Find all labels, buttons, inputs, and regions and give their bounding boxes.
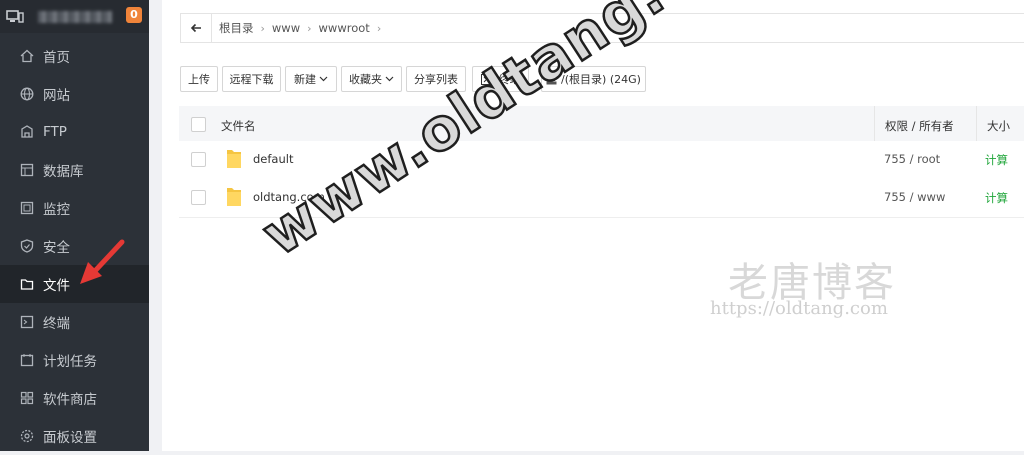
- sidebar-item-label: 首页: [43, 50, 70, 66]
- folder-icon: [20, 279, 34, 290]
- breadcrumb-www[interactable]: www: [272, 21, 300, 35]
- clock-icon: [20, 354, 34, 367]
- sidebar-item-terminal[interactable]: 终端: [0, 303, 149, 341]
- sidebar-item-label: 软件商店: [43, 392, 97, 408]
- sidebar-item-home[interactable]: 首页: [0, 37, 149, 75]
- globe-icon: [20, 87, 34, 101]
- column-header-permission[interactable]: 权限 / 所有者: [885, 118, 954, 134]
- watermark-url: https://oldtang.com: [710, 298, 888, 319]
- sidebar-item-website[interactable]: 网站: [0, 75, 149, 113]
- terminal-icon: [20, 315, 34, 329]
- file-table-header: 文件名 权限 / 所有者 大小: [179, 106, 1024, 142]
- breadcrumb-separator-icon: ›: [376, 21, 382, 35]
- row-checkbox[interactable]: [191, 190, 206, 205]
- breadcrumb-root[interactable]: 根目录: [219, 20, 254, 36]
- column-divider: [874, 106, 875, 142]
- sidebar-item-label: 文件: [43, 278, 70, 294]
- chevron-down-icon: [319, 76, 328, 82]
- arrow-left-icon: [190, 23, 201, 33]
- column-header-size[interactable]: 大小: [987, 118, 1010, 134]
- monitor-icon: [20, 201, 34, 215]
- row-checkbox[interactable]: [191, 152, 206, 167]
- remote-download-button[interactable]: 远程下载: [222, 66, 281, 92]
- sidebar-item-label: FTP: [43, 124, 67, 140]
- file-permission[interactable]: 755 / www: [884, 190, 945, 204]
- table-row[interactable]: default 755 / root 计算: [179, 141, 1024, 180]
- breadcrumb-wwwroot[interactable]: wwwroot: [319, 21, 370, 35]
- database-icon: [20, 163, 34, 177]
- sidebar-item-label: 数据库: [43, 164, 84, 180]
- home-icon: [20, 49, 34, 63]
- new-dropdown-button[interactable]: 新建: [285, 66, 337, 92]
- sidebar-item-cron[interactable]: 计划任务: [0, 341, 149, 379]
- server-monitor-icon: [6, 9, 24, 23]
- sidebar-item-app-store[interactable]: 软件商店: [0, 379, 149, 417]
- column-header-filename[interactable]: 文件名: [221, 118, 256, 134]
- sidebar-item-label: 面板设置: [43, 430, 97, 446]
- settings-icon: [20, 429, 34, 443]
- sidebar-item-database[interactable]: 数据库: [0, 151, 149, 189]
- select-all-checkbox[interactable]: [191, 117, 206, 132]
- calculate-size-link[interactable]: 计算: [985, 190, 1008, 206]
- sidebar-item-label: 网站: [43, 88, 70, 104]
- back-button[interactable]: [181, 14, 212, 42]
- sidebar-item-label: 监控: [43, 202, 70, 218]
- sidebar-header: 0: [0, 0, 149, 33]
- calculate-size-link[interactable]: 计算: [985, 152, 1008, 168]
- server-name-blurred: [38, 10, 112, 23]
- folder-icon: [227, 150, 241, 168]
- apps-icon: [20, 391, 34, 405]
- chevron-down-icon: [385, 76, 394, 82]
- file-permission[interactable]: 755 / root: [884, 152, 940, 166]
- sidebar-item-label: 终端: [43, 316, 70, 332]
- file-name[interactable]: default: [253, 152, 293, 166]
- sidebar-item-monitor[interactable]: 监控: [0, 189, 149, 227]
- favorites-label: 收藏夹: [349, 73, 382, 86]
- sidebar-item-ftp[interactable]: FTP: [0, 113, 149, 151]
- upload-button[interactable]: 上传: [180, 66, 218, 92]
- shield-icon: [20, 239, 34, 253]
- sidebar-item-label: 安全: [43, 240, 70, 256]
- red-arrow-annotation-icon: [80, 239, 125, 284]
- new-label: 新建: [294, 73, 316, 86]
- notification-badge[interactable]: 0: [126, 7, 142, 23]
- breadcrumb-separator-icon: ›: [307, 21, 312, 35]
- ftp-icon: [21, 125, 33, 138]
- favorites-dropdown-button[interactable]: 收藏夹: [341, 66, 402, 92]
- column-divider: [976, 106, 977, 142]
- sidebar: 0 首页 网站 FTP 数据库 监控 安全 文件 终端 计划任务 软件商店 面板…: [0, 0, 149, 451]
- folder-icon: [227, 188, 241, 206]
- sidebar-item-panel-settings[interactable]: 面板设置: [0, 417, 149, 455]
- breadcrumb-separator-icon: ›: [260, 21, 265, 35]
- sidebar-item-label: 计划任务: [43, 354, 97, 370]
